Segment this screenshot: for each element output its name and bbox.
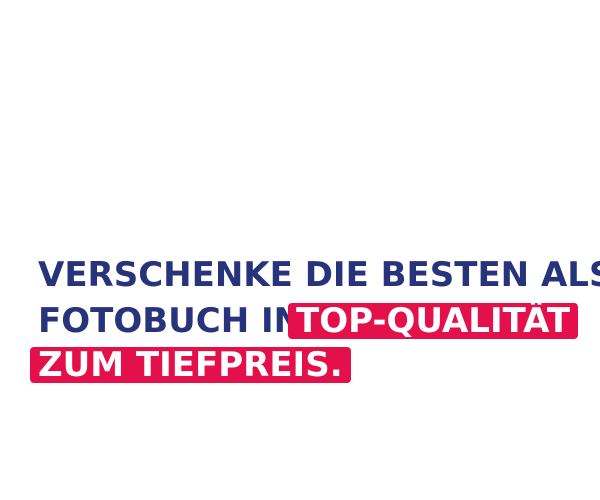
promo-headline: VERSCHENKE DIE BESTEN ALS FOTOBUCH IN TO… bbox=[0, 0, 600, 500]
headline-line-2: FOTOBUCH IN bbox=[38, 301, 303, 341]
highlight-top-quality: TOP-QUALITÄT bbox=[288, 303, 579, 339]
highlight-low-price: ZUM TIEFPREIS. bbox=[30, 347, 351, 383]
headline-line-1: VERSCHENKE DIE BESTEN ALS bbox=[38, 255, 600, 295]
